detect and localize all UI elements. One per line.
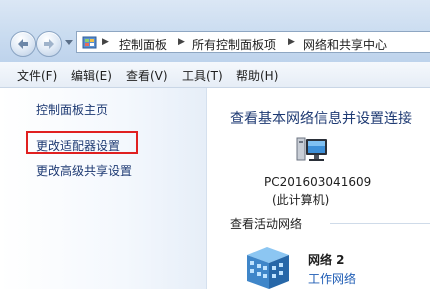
menu-file[interactable]: 文件(F) <box>17 67 57 84</box>
address-box[interactable]: ▶ 控制面板 ▶ 所有控制面板项 ▶ 网络和共享中心 <box>76 31 430 53</box>
recent-pages-icon[interactable] <box>64 37 74 47</box>
computer-subtitle: (此计算机) <box>272 193 330 207</box>
highlight-box <box>26 131 138 154</box>
breadcrumb-separator-icon[interactable]: ▶ <box>288 37 295 47</box>
section-divider <box>330 223 430 224</box>
menu-help[interactable]: 帮助(H) <box>236 67 278 84</box>
task-pane <box>0 88 207 289</box>
active-networks-label: 查看活动网络 <box>230 217 303 231</box>
control-panel-icon <box>82 36 97 49</box>
back-arrow-icon <box>18 39 28 49</box>
network-type-link[interactable]: 工作网络 <box>308 270 356 287</box>
address-bar-area: ▶ 控制面板 ▶ 所有控制面板项 ▶ 网络和共享中心 <box>0 0 430 62</box>
computer-name: PC201603041609 <box>264 175 372 189</box>
change-advanced-sharing-link[interactable]: 更改高级共享设置 <box>36 162 132 179</box>
control-panel-home-link[interactable]: 控制面板主页 <box>36 101 108 118</box>
network-building-icon[interactable] <box>245 245 291 289</box>
breadcrumb-separator-icon[interactable]: ▶ <box>102 37 109 47</box>
back-button[interactable] <box>10 31 36 57</box>
breadcrumb-separator-icon[interactable]: ▶ <box>178 37 185 47</box>
breadcrumb-all-items[interactable]: 所有控制面板项 <box>192 36 276 53</box>
network-name: 网络 2 <box>308 253 345 267</box>
breadcrumb-network-center[interactable]: 网络和共享中心 <box>303 36 387 53</box>
forward-button[interactable] <box>36 31 62 57</box>
menu-edit[interactable]: 编辑(E) <box>71 67 112 84</box>
page-title: 查看基本网络信息并设置连接 <box>230 111 412 127</box>
breadcrumb-control-panel[interactable]: 控制面板 <box>119 36 167 53</box>
menu-bar: 文件(F) 编辑(E) 查看(V) 工具(T) 帮助(H) <box>0 62 430 88</box>
computer-icon[interactable] <box>296 134 328 166</box>
menu-tools[interactable]: 工具(T) <box>182 67 223 84</box>
menu-view[interactable]: 查看(V) <box>126 67 168 84</box>
forward-arrow-icon <box>44 39 54 49</box>
